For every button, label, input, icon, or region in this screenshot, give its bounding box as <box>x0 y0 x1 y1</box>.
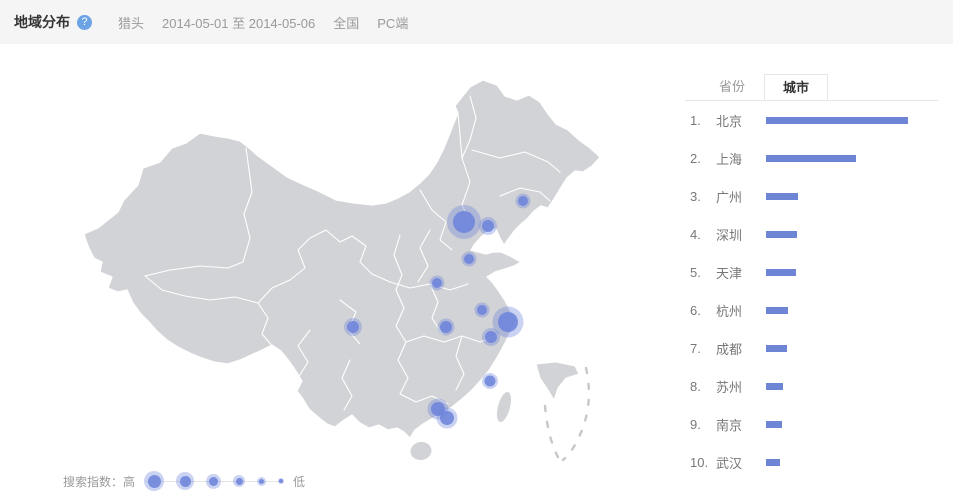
china-map <box>0 44 680 493</box>
rank-row: 7.成都 <box>685 329 938 367</box>
rank-city: 深圳 <box>716 225 766 244</box>
sea-inset-coast <box>536 362 579 400</box>
rank-bar <box>766 307 788 314</box>
rank-row: 2.上海 <box>685 139 938 177</box>
rank-row: 6.杭州 <box>685 291 938 329</box>
platform-label: PC端 <box>377 13 408 32</box>
search-bubble <box>518 196 528 206</box>
legend-size-circle-core <box>209 477 218 486</box>
rank-city: 南京 <box>716 415 766 434</box>
tab-province[interactable]: 省份 <box>700 74 764 100</box>
rank-city: 杭州 <box>716 301 766 320</box>
date-range-label: 2014-05-01 至 2014-05-06 <box>162 13 315 32</box>
rank-number: 10. <box>685 455 716 470</box>
header: 地域分布 ? 猎头 2014-05-01 至 2014-05-06 全国 PC端 <box>0 0 953 44</box>
legend-low-label: 低 <box>293 473 305 490</box>
rank-number: 9. <box>685 417 716 432</box>
legend-circles <box>144 471 284 491</box>
search-bubble <box>432 278 442 288</box>
rank-city: 北京 <box>716 111 766 130</box>
legend-size-circle <box>278 478 284 484</box>
legend-size-circle-core <box>180 476 191 487</box>
rank-number: 8. <box>685 379 716 394</box>
rank-bar <box>766 421 782 428</box>
legend-size-circle-core <box>279 479 283 483</box>
search-bubble <box>440 411 454 425</box>
legend-size-circle <box>206 474 221 489</box>
page-title: 地域分布 <box>14 12 70 32</box>
rank-row: 10.武汉 <box>685 443 938 481</box>
search-bubble <box>485 331 497 343</box>
legend-size-circle-core <box>259 479 264 484</box>
legend-label: 搜索指数： <box>63 473 123 490</box>
rank-bar <box>766 155 856 162</box>
rank-number: 1. <box>685 113 716 128</box>
rank-city: 广州 <box>716 187 766 206</box>
legend-size-circle <box>144 471 164 491</box>
hainan-island <box>409 440 434 463</box>
search-bubble <box>464 254 474 264</box>
rank-city: 成都 <box>716 339 766 358</box>
search-bubble <box>440 321 452 333</box>
rank-city: 苏州 <box>716 377 766 396</box>
region-label: 全国 <box>333 13 359 32</box>
legend-size-circle <box>233 475 245 487</box>
legend-size-circle-core <box>236 478 243 485</box>
rank-city: 武汉 <box>716 453 766 472</box>
search-bubble <box>482 220 494 232</box>
help-icon[interactable]: ? <box>77 15 92 30</box>
rank-number: 7. <box>685 341 716 356</box>
rank-number: 6. <box>685 303 716 318</box>
city-rank-list: 1.北京 2.上海 3.广州 4.深圳 5.天津 6.杭州 7.成都 8.苏州 … <box>685 101 938 481</box>
rank-city: 上海 <box>716 149 766 168</box>
rank-row: 3.广州 <box>685 177 938 215</box>
search-bubble <box>485 376 496 387</box>
rank-bar <box>766 193 798 200</box>
legend-size-circle <box>257 477 266 486</box>
rank-bar <box>766 231 797 238</box>
rank-row: 9.南京 <box>685 405 938 443</box>
legend-size-circle-core <box>148 475 161 488</box>
search-bubble <box>477 305 487 315</box>
map-outline <box>84 80 600 438</box>
ranking-panel: 省份 城市 1.北京 2.上海 3.广州 4.深圳 5.天津 6.杭州 7.成都… <box>685 44 938 481</box>
rank-number: 3. <box>685 189 716 204</box>
legend-size-circle <box>176 472 194 490</box>
map-legend: 搜索指数：高 低 <box>63 468 305 493</box>
rank-bar <box>766 345 787 352</box>
rank-number: 4. <box>685 227 716 242</box>
rank-row: 1.北京 <box>685 101 938 139</box>
keyword-label: 猎头 <box>118 13 144 32</box>
rank-bar <box>766 383 783 390</box>
south-china-sea-inset <box>536 362 589 461</box>
search-bubble <box>453 211 475 233</box>
tab-city[interactable]: 城市 <box>764 74 828 100</box>
rank-number: 5. <box>685 265 716 280</box>
rank-row: 8.苏州 <box>685 367 938 405</box>
rank-bar <box>766 269 796 276</box>
region-tabs: 省份 城市 <box>685 74 938 101</box>
search-bubble <box>347 321 359 333</box>
rank-row: 5.天津 <box>685 253 938 291</box>
search-bubble <box>498 312 518 332</box>
taiwan-island <box>494 390 515 424</box>
rank-city: 天津 <box>716 263 766 282</box>
rank-bar <box>766 117 908 124</box>
rank-bar <box>766 459 780 466</box>
rank-number: 2. <box>685 151 716 166</box>
rank-row: 4.深圳 <box>685 215 938 253</box>
legend-high-label: 高 <box>123 473 135 490</box>
geo-distribution-module: 地域分布 ? 猎头 2014-05-01 至 2014-05-06 全国 PC端 <box>0 0 953 493</box>
